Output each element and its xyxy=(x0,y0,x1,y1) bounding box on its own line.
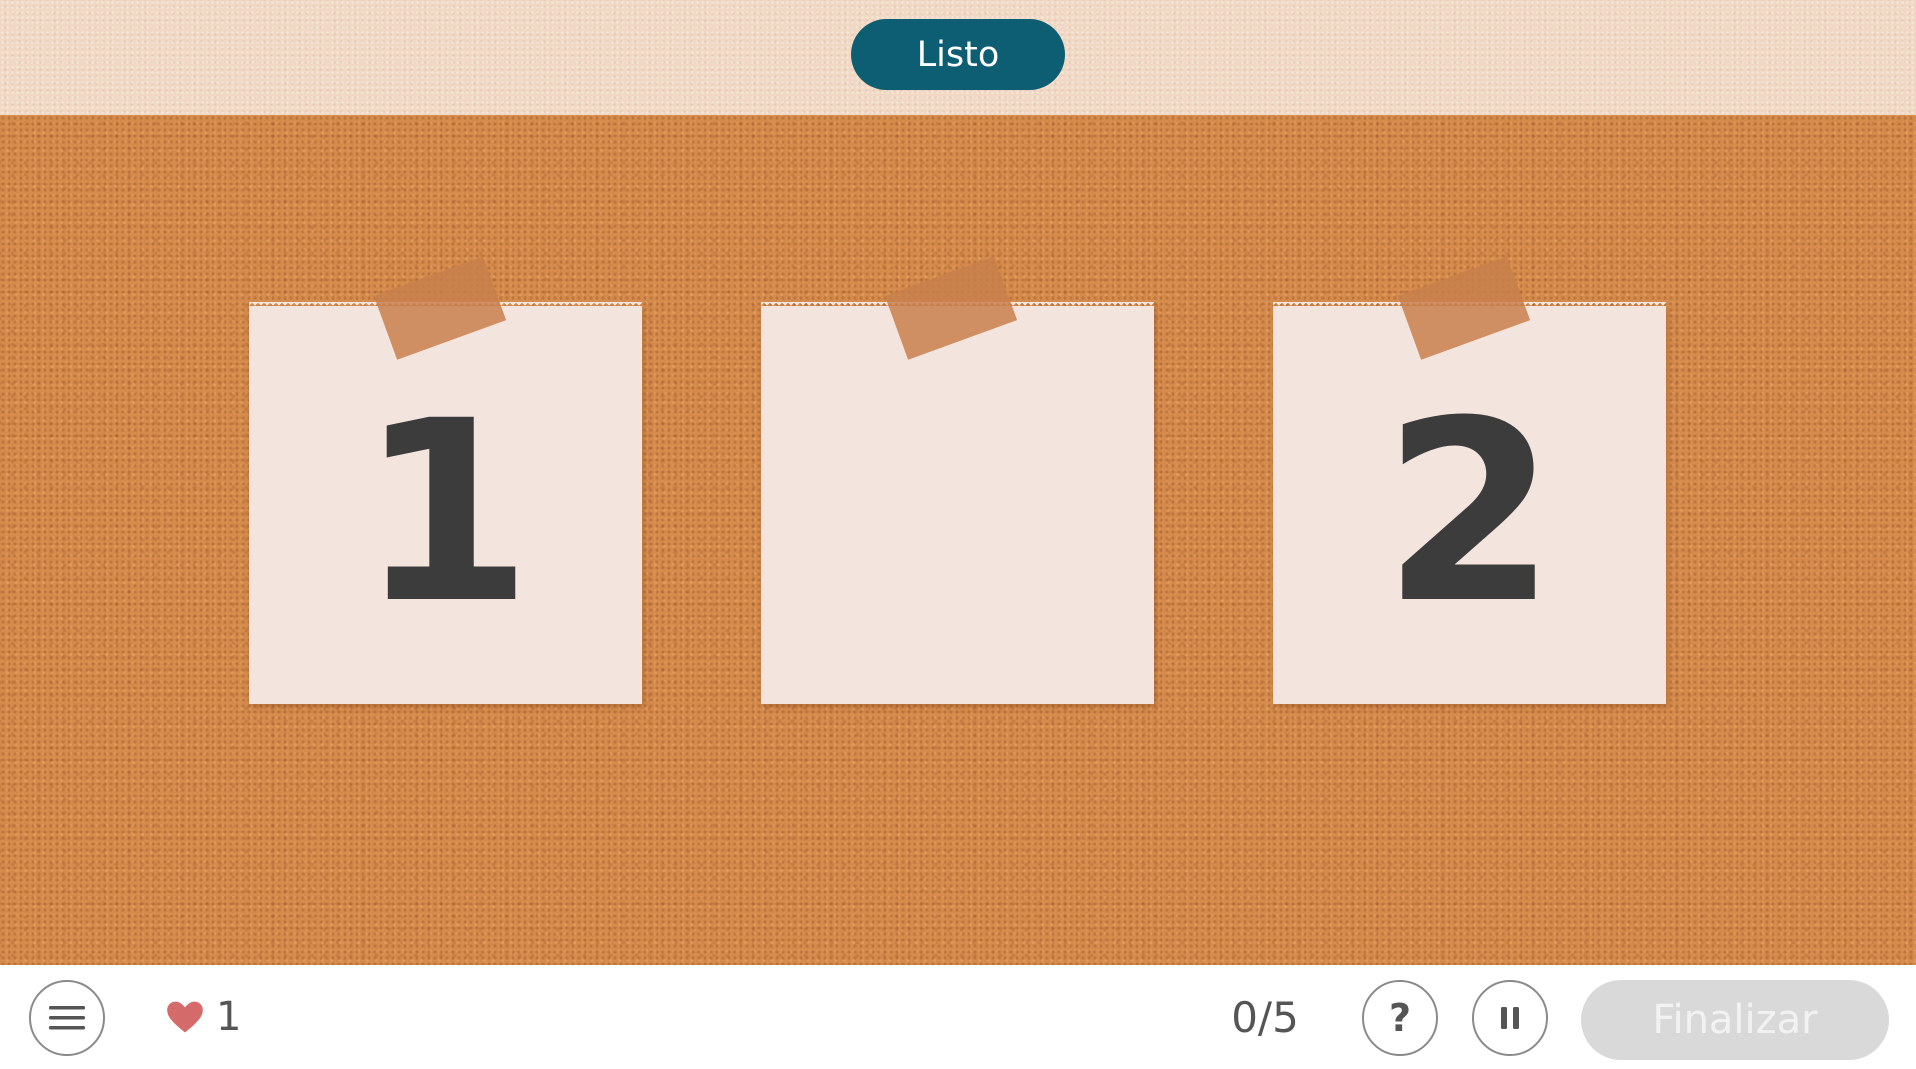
lives-count: 1 xyxy=(216,994,242,1040)
top-strip: Listo xyxy=(0,0,1916,115)
note-card-3[interactable]: 2 xyxy=(1273,302,1666,704)
note-number: 1 xyxy=(358,367,533,658)
heart-icon xyxy=(167,1001,203,1033)
pause-button[interactable] xyxy=(1472,980,1548,1056)
help-icon: ? xyxy=(1388,996,1412,1040)
note-number: 2 xyxy=(1382,367,1557,658)
finalizar-button[interactable]: Finalizar xyxy=(1581,980,1889,1060)
progress-counter: 0/5 xyxy=(1231,992,1299,1042)
menu-button[interactable] xyxy=(29,980,105,1056)
pause-icon xyxy=(1501,1007,1519,1029)
note-card-1[interactable]: 1 xyxy=(249,302,642,704)
listo-button[interactable]: Listo xyxy=(851,19,1065,90)
hamburger-menu-icon xyxy=(49,1006,85,1030)
bottom-toolbar: 1 0/5 ? Finalizar xyxy=(0,965,1916,1069)
note-card-2-empty[interactable] xyxy=(761,302,1154,704)
lives-indicator: 1 xyxy=(166,987,241,1047)
help-button[interactable]: ? xyxy=(1362,980,1438,1056)
